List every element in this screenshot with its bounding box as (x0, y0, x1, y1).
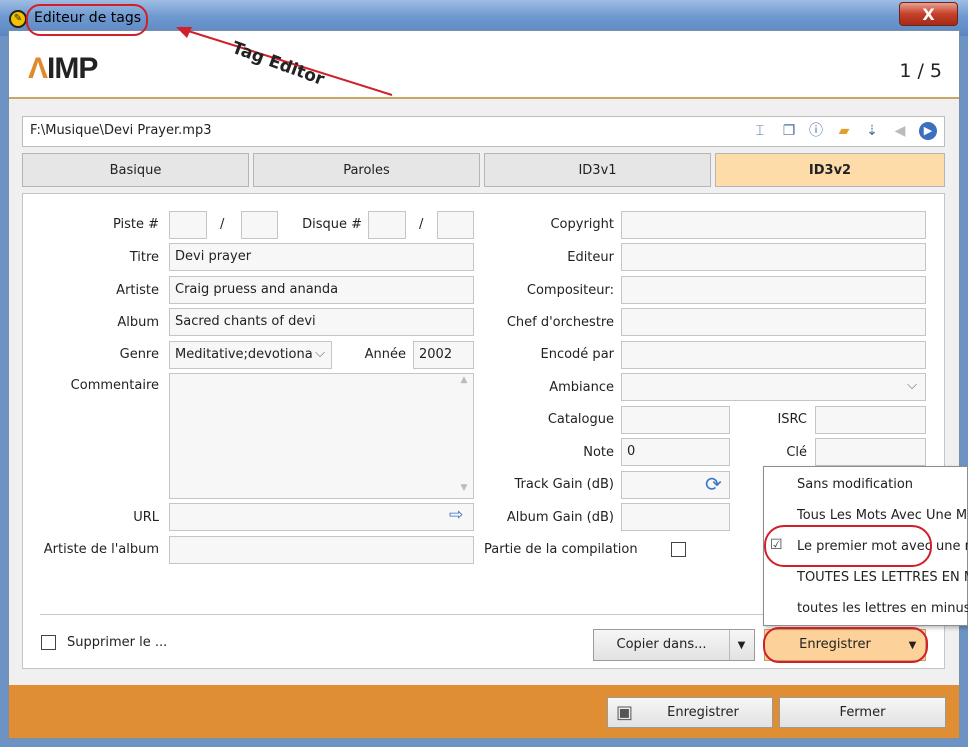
isrc-label: ISRC (777, 412, 807, 427)
title-input[interactable]: Devi prayer (169, 243, 474, 271)
comment-label: Commentaire (70, 378, 159, 393)
mood-select[interactable]: ⌵ (621, 373, 926, 401)
disc-input[interactable] (368, 211, 406, 239)
disc-label: Disque # (302, 217, 362, 232)
save-label: Enregistrer (667, 705, 739, 720)
folder-search-icon[interactable]: ▰ (835, 122, 853, 140)
url-label: URL (133, 510, 159, 525)
caret-down-icon[interactable]: ▼ (730, 631, 754, 661)
compilation-checkbox[interactable] (671, 542, 686, 557)
menu-item[interactable]: toutes les lettres en minuscu (797, 601, 968, 616)
composer-input[interactable] (621, 276, 926, 304)
tab-paroles[interactable]: Paroles (253, 153, 480, 187)
copy-icon[interactable]: ❐ (780, 122, 798, 140)
tab-id3v1[interactable]: ID3v1 (484, 153, 711, 187)
key-input[interactable] (815, 438, 926, 466)
encoded-by-input[interactable] (621, 341, 926, 369)
menu-item[interactable]: TOUTES LES LETTRES EN MA (797, 570, 968, 585)
artist-label: Artiste (116, 283, 159, 298)
slash: / (220, 217, 225, 232)
url-input[interactable] (169, 503, 474, 531)
rename-icon[interactable]: ⌶ (751, 122, 769, 140)
rating-label: Note (583, 445, 614, 460)
encoded-by-label: Encodé par (540, 347, 615, 362)
delete-label: Supprimer le ... (67, 635, 168, 650)
annotation-ring-menu-item (764, 525, 932, 567)
refresh-icon[interactable]: ⟳ (705, 472, 722, 496)
rating-input[interactable]: 0 (621, 438, 730, 466)
catalog-input[interactable] (621, 406, 730, 434)
tab-basique[interactable]: Basique (22, 153, 249, 187)
conductor-input[interactable] (621, 308, 926, 336)
comment-textarea[interactable] (169, 373, 474, 499)
album-gain-label: Album Gain (dB) (506, 510, 614, 525)
close-button[interactable]: Fermer (779, 697, 946, 728)
year-label: Année (364, 347, 406, 362)
menu-item[interactable]: Tous Les Mots Avec Une Ma (797, 508, 968, 523)
key-label: Clé (786, 445, 807, 460)
copyright-label: Copyright (550, 217, 614, 232)
mood-label: Ambiance (549, 380, 614, 395)
genre-label: Genre (119, 347, 159, 362)
copy-to-label: Copier dans... (595, 630, 730, 660)
floppy-disk-icon: ▣ (616, 702, 634, 723)
publisher-label: Editeur (567, 250, 614, 265)
track-input[interactable] (169, 211, 207, 239)
slash: / (419, 217, 424, 232)
menu-item[interactable]: Sans modification (797, 477, 913, 492)
delete-checkbox[interactable] (41, 635, 56, 650)
title-label: Titre (129, 250, 159, 265)
save-button[interactable]: ▣ Enregistrer (607, 697, 773, 728)
conductor-label: Chef d'orchestre (506, 315, 614, 330)
divider (40, 614, 780, 615)
catalog-label: Catalogue (547, 412, 614, 427)
track-label: Piste # (112, 217, 159, 232)
back-icon[interactable]: ◀ (891, 122, 909, 140)
copy-to-button[interactable]: Copier dans... ▼ (593, 629, 755, 661)
genre-select[interactable]: Meditative;devotiona ⌵ (169, 341, 332, 369)
export-icon[interactable]: ⇣ (863, 122, 881, 140)
isrc-input[interactable] (815, 406, 926, 434)
info-icon[interactable]: ⓘ (807, 122, 825, 140)
forward-icon[interactable]: ▶ (919, 122, 937, 140)
track-total-input[interactable] (241, 211, 278, 239)
album-label: Album (117, 315, 159, 330)
copyright-input[interactable] (621, 211, 926, 239)
chevron-down-icon: ⌵ (315, 346, 325, 361)
compilation-label: Partie de la compilation (484, 542, 638, 557)
chevron-down-icon: ⌵ (907, 378, 917, 393)
composer-label: Compositeur: (526, 283, 614, 298)
annotation-ring-save (763, 627, 928, 663)
track-gain-label: Track Gain (dB) (514, 477, 615, 492)
artist-input[interactable]: Craig pruess and ananda (169, 276, 474, 304)
genre-value: Meditative;devotiona (175, 347, 313, 362)
publisher-input[interactable] (621, 243, 926, 271)
tab-id3v2[interactable]: ID3v2 (715, 153, 945, 187)
album-gain-input[interactable] (621, 503, 730, 531)
album-input[interactable]: Sacred chants of devi (169, 308, 474, 336)
album-artist-input[interactable] (169, 536, 474, 564)
album-artist-label: Artiste de l'album (43, 542, 159, 557)
annotation-arrow (176, 27, 393, 96)
